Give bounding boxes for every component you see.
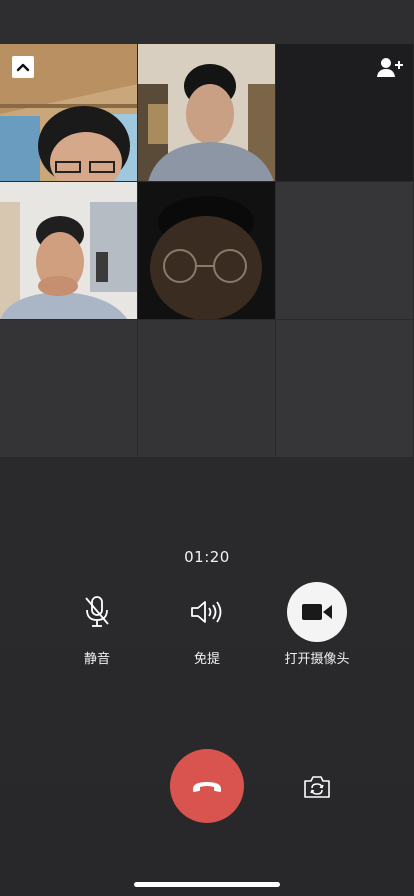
home-indicator[interactable] xyxy=(134,882,280,887)
add-member-button[interactable] xyxy=(377,56,403,78)
phone-hangup-icon xyxy=(193,782,221,792)
speaker-icon-wrap[interactable] xyxy=(177,582,237,642)
switch-camera-button[interactable] xyxy=(300,772,334,802)
speaker-label: 免提 xyxy=(193,652,220,667)
empty-slot xyxy=(138,320,276,458)
empty-slot xyxy=(276,182,414,320)
collapse-button[interactable] xyxy=(12,56,34,78)
camera-toggle-button[interactable]: 打开摄像头 xyxy=(257,582,377,667)
microphone-off-icon xyxy=(85,596,109,627)
participant-video-1[interactable] xyxy=(0,44,138,182)
video-grid xyxy=(0,44,414,458)
participant-video-3[interactable] xyxy=(276,44,414,182)
empty-slot xyxy=(0,320,138,458)
mute-icon-wrap[interactable] xyxy=(67,582,127,642)
call-timer: 01:20 xyxy=(184,548,230,566)
video-camera-icon xyxy=(302,604,332,620)
camera-icon-wrap[interactable] xyxy=(287,582,347,642)
empty-slot xyxy=(276,320,414,458)
mute-button[interactable]: 静音 xyxy=(37,582,157,667)
camera-switch-icon xyxy=(304,776,330,798)
participant-video-2[interactable] xyxy=(138,44,276,182)
speaker-icon xyxy=(191,601,222,623)
participant-video-4[interactable] xyxy=(0,182,138,320)
add-person-icon xyxy=(377,58,403,77)
mute-label: 静音 xyxy=(83,652,110,667)
hangup-button[interactable] xyxy=(170,749,244,823)
chevron-up-icon xyxy=(16,63,30,72)
participant-video-5[interactable] xyxy=(138,182,276,320)
speaker-button[interactable]: 免提 xyxy=(147,582,267,667)
camera-label: 打开摄像头 xyxy=(284,652,350,667)
